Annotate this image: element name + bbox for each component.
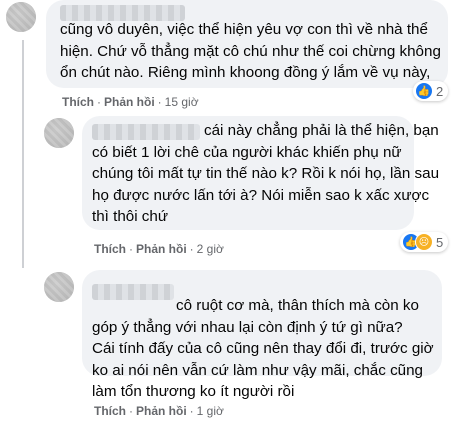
thread-line (22, 158, 24, 268)
timestamp[interactable]: 1 giờ (197, 404, 224, 418)
reaction-summary[interactable]: 👍 2 (413, 81, 449, 101)
comment-text: cũng vô duyên, việc thể hiện yêu vợ con … (60, 21, 441, 81)
comment-text: cô ruột cơ mà, thân thích mà còn ko góp … (92, 297, 434, 400)
comment-actions: Thích · Phản hồi · 15 giờ (62, 95, 199, 109)
avatar[interactable] (44, 118, 74, 148)
like-button[interactable]: Thích (62, 95, 94, 109)
comment-actions: Thích · Phản hồi · 2 giờ (94, 242, 224, 256)
avatar[interactable] (44, 272, 74, 302)
like-button[interactable]: Thích (94, 404, 126, 418)
comment-text: cái này chẳng phải là thể hiện, bạn có b… (92, 122, 440, 225)
like-icon: 👍 (415, 82, 433, 100)
avatar[interactable] (6, 2, 36, 32)
reaction-summary[interactable]: 👍 ☹ 5 (400, 232, 449, 252)
reaction-count: 2 (436, 83, 444, 99)
like-button[interactable]: Thích (94, 242, 126, 256)
reply-button[interactable]: Phản hồi (136, 242, 187, 256)
timestamp[interactable]: 2 giờ (197, 242, 224, 256)
reaction-count: 5 (436, 234, 444, 250)
thread-line (22, 40, 24, 158)
reply-button[interactable]: Phản hồi (136, 404, 187, 418)
sad-icon: ☹ (415, 233, 433, 251)
comment-actions: Thích · Phản hồi · 1 giờ (94, 404, 224, 418)
timestamp[interactable]: 15 giờ (165, 95, 199, 109)
reply-button[interactable]: Phản hồi (104, 95, 155, 109)
